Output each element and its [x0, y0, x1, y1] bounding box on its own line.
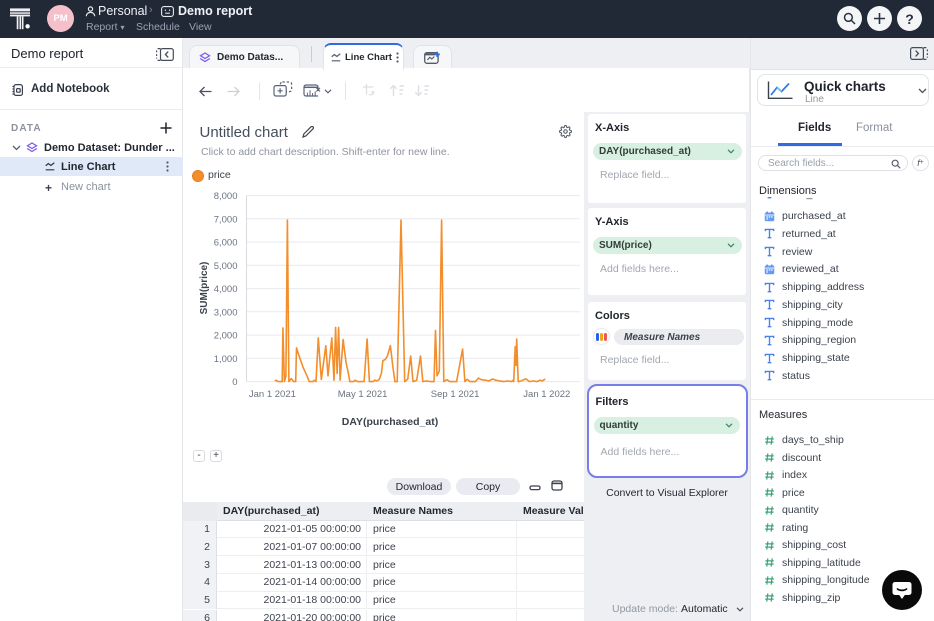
svg-text:May 1 2021: May 1 2021: [338, 389, 388, 400]
svg-text:Jan 1 2021: Jan 1 2021: [249, 389, 296, 400]
svg-text:1,000: 1,000: [214, 354, 238, 365]
svg-text:4,000: 4,000: [214, 284, 238, 295]
svg-text:DAY(purchased_at): DAY(purchased_at): [342, 416, 438, 428]
svg-text:Sep 1 2021: Sep 1 2021: [431, 389, 480, 400]
svg-text:SUM(price): SUM(price): [199, 262, 210, 315]
svg-text:2,000: 2,000: [214, 331, 238, 342]
svg-text:6,000: 6,000: [214, 238, 238, 249]
svg-text:5,000: 5,000: [214, 261, 238, 272]
svg-text:Jan 1 2022: Jan 1 2022: [523, 389, 570, 400]
svg-text:8,000: 8,000: [214, 191, 238, 202]
svg-text:7,000: 7,000: [214, 214, 238, 225]
svg-text:0: 0: [232, 377, 237, 388]
svg-text:3,000: 3,000: [214, 307, 238, 318]
